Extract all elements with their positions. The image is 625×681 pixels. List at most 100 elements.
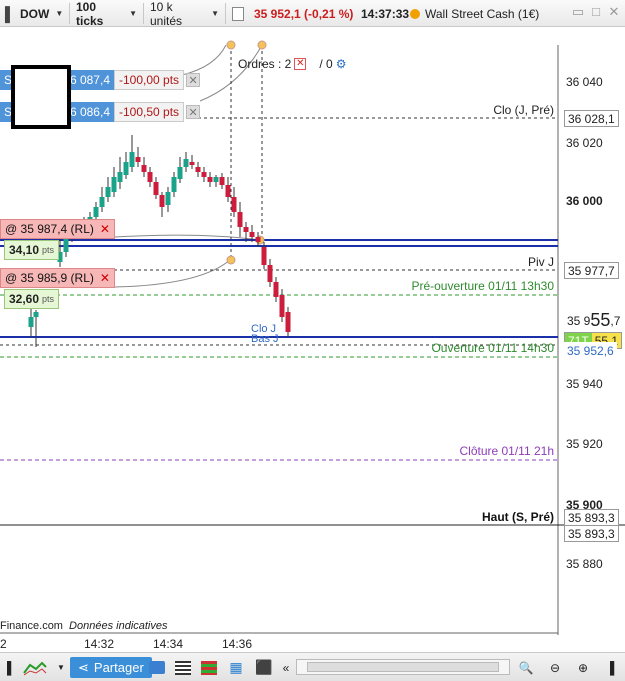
candle-body [63, 237, 69, 252]
position-2[interactable]: @ 35 985,9 (RL) ✕ [0, 268, 115, 288]
candle-body [231, 197, 237, 212]
label-haut: Haut (S, Pré) [481, 510, 554, 524]
order-pts: -100,00 pts [114, 70, 185, 90]
horizontal-scrollbar[interactable] [296, 659, 510, 675]
candle-body [93, 207, 99, 217]
candle-body [171, 177, 177, 192]
price-label-clo-jpre: 36 028,1 [564, 110, 619, 127]
left-scroll-icon[interactable]: ▐ [0, 657, 14, 678]
price-label-haut1: 35 893,3 [564, 509, 619, 526]
label-preouverture: Pré-ouverture 01/11 13h30 [411, 279, 554, 293]
axis-tick: 36 000 [566, 194, 603, 208]
close-order-icon[interactable]: ✕ [186, 105, 201, 119]
maximize-icon[interactable]: □ [589, 5, 603, 19]
price-label-ouverture: 35 952,6 [564, 342, 617, 359]
position-1[interactable]: @ 35 987,4 (RL) ✕ [0, 219, 115, 239]
axis-tick: 35 920 [566, 437, 603, 451]
chevron-down-icon: ▼ [129, 9, 137, 18]
current-small: ,7 [610, 313, 621, 328]
candle-body [117, 172, 123, 182]
share-label: Partager [93, 660, 144, 675]
label-ouverture: Ouverture 01/11 14h30 [431, 341, 554, 355]
candle-body [183, 159, 189, 167]
chart-type-icon[interactable] [20, 657, 50, 678]
x-tick: 14:36 [222, 637, 253, 651]
left-scroll-icon[interactable]: ▐ [0, 3, 10, 24]
zoom-out-icon[interactable]: ⊖ [545, 657, 565, 678]
candle-body [195, 167, 201, 172]
position-gain-1: 34,10 pts [4, 240, 60, 260]
interval-select[interactable]: 100 ticks ▼ [70, 0, 144, 28]
minimize-icon[interactable]: ▭ [571, 5, 585, 19]
position-label: @ 35 987,4 (RL) [5, 222, 94, 236]
label-pivj: Piv J [527, 255, 554, 269]
share-button[interactable]: ⋖ Partager [70, 657, 152, 678]
bottom-toolbar: ▐ ▼ ⋖ Partager ▦ ⬛ « 🔍 ⊖ ⊕ ▐ [0, 652, 625, 681]
scrollbar-thumb[interactable] [307, 662, 499, 672]
axis-tick: 36 040 [566, 75, 603, 89]
candle-body [159, 195, 165, 207]
chart-area[interactable]: Ordres : 2 ✕ / 0 ⚙ ST 6 087,4 -100,00 pt… [0, 27, 625, 652]
candle-body [243, 227, 249, 232]
candle-body [189, 162, 195, 165]
current-prefix: 35 9 [567, 313, 591, 328]
x-tick: 2 [0, 637, 7, 651]
current-big: 55 [590, 310, 611, 330]
candle-body [33, 312, 39, 317]
settings-gear-icon[interactable]: ⚙ [336, 57, 347, 71]
axis-tick: 35 940 [566, 377, 603, 391]
close-order-icon[interactable]: ✕ [186, 73, 201, 87]
source-site: Finance.com [0, 620, 63, 632]
candle-body [261, 247, 267, 265]
cancel-orders-icon[interactable]: ✕ [294, 58, 307, 70]
candle-body [237, 212, 243, 227]
source-disclaimer: Données indicatives [69, 620, 168, 632]
candle-body [165, 192, 171, 205]
list-icon[interactable] [174, 657, 192, 678]
tools-icon[interactable]: ⬛ [254, 657, 274, 678]
candle-body [201, 172, 207, 177]
clock-time: 14:37:33 [361, 3, 409, 24]
top-toolbar: ▐ DOW ▼ 100 ticks ▼ 10 k unités ▼ 35 952… [0, 0, 625, 28]
instrument-select[interactable]: DOW ▼ [14, 3, 70, 24]
gain-value: 34,10 [9, 243, 40, 257]
close-position-icon[interactable]: ✕ [100, 271, 110, 285]
label-clo-jpre: Clo (J, Pré) [493, 103, 554, 117]
orders-icon[interactable] [200, 657, 218, 678]
candle-body [177, 167, 183, 179]
chevron-down-icon: ▼ [55, 9, 64, 18]
gain-unit: pts [42, 294, 55, 304]
orders-bar[interactable]: Ordres : 2 ✕ / 0 ⚙ [238, 57, 346, 71]
price-change-value: 35 952,1 (-0,21 %) [254, 6, 354, 21]
price-label-pivj: 35 977,7 [564, 262, 619, 279]
x-tick: 14:32 [84, 637, 115, 651]
candle-body [285, 312, 291, 332]
units-select[interactable]: 10 k unités ▼ [144, 0, 226, 28]
candle-body [213, 177, 219, 182]
chat-icon[interactable] [148, 657, 166, 678]
position-label: @ 35 985,9 (RL) [5, 271, 94, 285]
time-label: 14:37:33 [361, 6, 410, 21]
source-note: Finance.com Données indicatives [0, 620, 168, 632]
candle-body [273, 282, 279, 297]
close-icon[interactable]: ✕ [607, 5, 621, 19]
orders-label: Ordres : 2 [238, 57, 292, 71]
candle-body [207, 177, 213, 182]
close-position-icon[interactable]: ✕ [100, 222, 110, 236]
candle-body [255, 237, 261, 242]
zoom-fit-icon[interactable]: 🔍 [515, 657, 537, 678]
zoom-in-icon[interactable]: ⊕ [573, 657, 593, 678]
label-cloture: Clôture 01/11 21h [459, 444, 554, 458]
scroll-right-icon[interactable]: ▐ [600, 657, 620, 678]
order-pts-value: -100,00 pts [119, 73, 180, 87]
alerts-icon[interactable]: ▦ [226, 657, 246, 678]
scroll-left-icon[interactable]: « [280, 657, 292, 678]
info-icon[interactable] [232, 3, 244, 24]
candle-body [279, 295, 285, 317]
label-basj: Bas J [251, 333, 279, 345]
chevron-down-icon[interactable]: ▼ [55, 657, 67, 678]
x-tick: 14:34 [153, 637, 184, 651]
market-name: Wall Street Cash (1€) [425, 3, 539, 24]
candle-body [28, 317, 34, 327]
redacted-box [11, 65, 71, 129]
